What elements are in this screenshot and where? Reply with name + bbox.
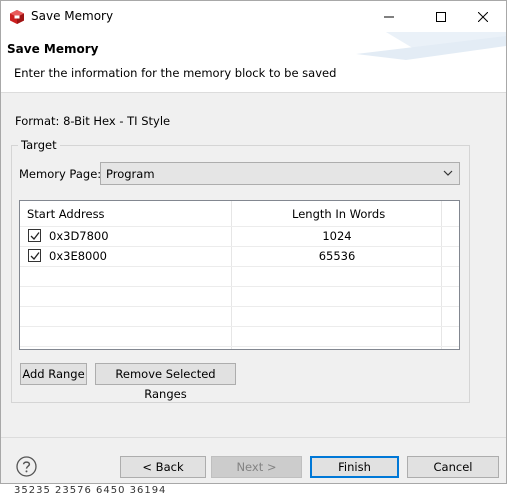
format-value: 8-Bit Hex - TI Style bbox=[63, 114, 171, 128]
checkmark-icon bbox=[30, 252, 40, 260]
background-window: 35235 23576 6450 36194 bbox=[0, 484, 513, 497]
maximize-icon bbox=[436, 11, 446, 22]
row-divider bbox=[20, 286, 459, 287]
row-divider bbox=[20, 306, 459, 307]
memory-page-value: Program bbox=[106, 167, 155, 181]
header-decoration bbox=[356, 32, 506, 60]
target-group-title: Target bbox=[18, 138, 60, 152]
app-cube-icon bbox=[10, 10, 24, 24]
close-button[interactable] bbox=[460, 1, 506, 32]
close-icon bbox=[478, 11, 488, 22]
table-row[interactable]: 0x3E8000 65536 bbox=[20, 246, 459, 266]
chevron-down-icon bbox=[443, 170, 453, 176]
column-divider bbox=[441, 201, 442, 349]
header-separator bbox=[1, 92, 506, 93]
add-range-button[interactable]: Add Range bbox=[20, 363, 87, 385]
wizard-page-title: Save Memory bbox=[7, 42, 99, 56]
minimize-icon bbox=[384, 16, 394, 17]
row-checkbox[interactable] bbox=[28, 249, 41, 262]
table-row[interactable]: 0x3D7800 1024 bbox=[20, 226, 459, 246]
length-cell: 1024 bbox=[322, 229, 352, 243]
start-address-cell: 0x3E8000 bbox=[49, 249, 107, 263]
start-address-cell: 0x3D7800 bbox=[49, 229, 109, 243]
minimize-button[interactable] bbox=[366, 1, 412, 32]
memory-page-select[interactable]: Program bbox=[100, 162, 460, 185]
memory-page-label: Memory Page: bbox=[19, 167, 102, 181]
finish-button[interactable]: Finish bbox=[310, 456, 399, 478]
save-memory-dialog: Save Memory Save Memory Enter the inform… bbox=[0, 0, 507, 484]
title-bar[interactable]: Save Memory bbox=[1, 1, 506, 32]
next-button[interactable]: Next > bbox=[211, 456, 302, 478]
row-divider bbox=[20, 346, 459, 347]
row-divider bbox=[20, 326, 459, 327]
row-divider bbox=[20, 266, 459, 267]
footer-separator bbox=[1, 437, 506, 438]
wizard-page-message: Enter the information for the memory blo… bbox=[14, 66, 337, 80]
background-text: 35235 23576 6450 36194 bbox=[14, 485, 167, 496]
back-button[interactable]: < Back bbox=[120, 456, 206, 478]
column-divider bbox=[231, 201, 232, 349]
help-icon[interactable] bbox=[16, 456, 37, 477]
format-info: Format: 8-Bit Hex - TI Style bbox=[15, 114, 170, 128]
ranges-table[interactable]: Start Address Length In Words 0x3D7800 1… bbox=[19, 200, 460, 350]
maximize-button[interactable] bbox=[418, 1, 464, 32]
format-label: Format: bbox=[15, 114, 60, 128]
checkmark-icon bbox=[30, 232, 40, 240]
remove-selected-ranges-button[interactable]: Remove Selected Ranges bbox=[95, 363, 236, 401]
window-title: Save Memory bbox=[31, 9, 114, 23]
wizard-header: Save Memory Enter the information for th… bbox=[1, 32, 506, 92]
cancel-button[interactable]: Cancel bbox=[407, 456, 499, 478]
length-cell: 65536 bbox=[318, 249, 356, 263]
background-window-edge bbox=[507, 0, 513, 497]
row-checkbox[interactable] bbox=[28, 229, 41, 242]
